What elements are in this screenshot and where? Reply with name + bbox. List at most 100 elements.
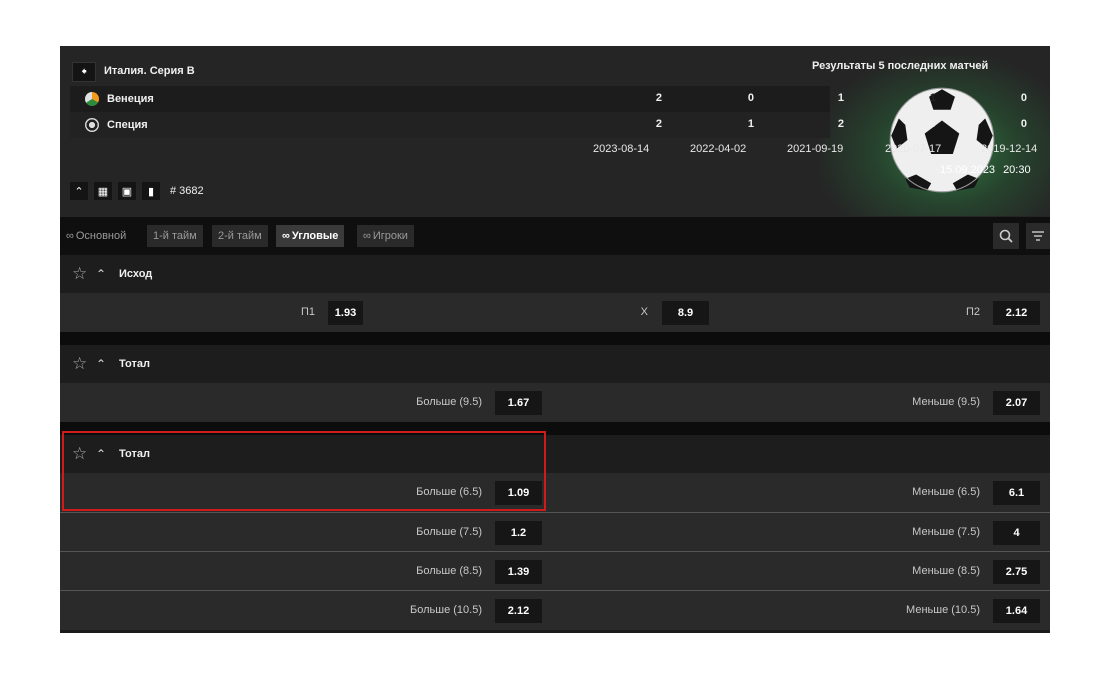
odds-button[interactable]: 6.1 (993, 481, 1040, 505)
spezia-logo-icon (85, 118, 99, 132)
match-datetime: 15.09.2023 20:30 (940, 164, 1031, 176)
star-icon[interactable]: ☆ (72, 354, 87, 374)
odds-label: Больше (6.5) (416, 486, 482, 498)
score-cell: 1 (747, 118, 754, 130)
market-title: Тотал (119, 358, 150, 370)
odds-button[interactable]: 4 (993, 521, 1040, 545)
odds-label: Больше (9.5) (416, 396, 482, 408)
odds-button[interactable]: 1.93 (328, 301, 363, 325)
odds-button[interactable]: 1.09 (495, 481, 542, 505)
market-title: Тотал (119, 448, 150, 460)
star-icon[interactable]: ☆ (72, 264, 87, 284)
match-date-history: 2022-04-02 (690, 143, 747, 155)
league-title: Италия. Серия B (104, 65, 195, 77)
odds-button[interactable]: 1.2 (495, 521, 542, 545)
odds-label: П1 (300, 306, 315, 318)
tab-main[interactable]: ∞ Основной (60, 225, 132, 247)
odds-button[interactable]: 2.07 (993, 391, 1040, 415)
tab-label: 2-й тайм (218, 230, 262, 242)
venezia-logo-icon (85, 92, 99, 106)
chevron-up-icon[interactable]: ⌃ (96, 447, 106, 461)
star-icon[interactable]: ☆ (72, 444, 87, 464)
odds-button[interactable]: 2.75 (993, 560, 1040, 584)
match-date: 15.09.2023 (940, 164, 996, 176)
team-home: Венеция (85, 92, 154, 106)
match-date-history: 2021-09-19 (787, 143, 844, 155)
match-date-history: 2020-07-17 (885, 143, 942, 155)
score-cell: 0 (747, 92, 754, 104)
link-icon: ∞ (363, 230, 371, 242)
match-header: 🠸 Италия. Серия B Результаты 5 последних… (60, 46, 1050, 217)
collapse-icon[interactable]: ⌃ (70, 182, 88, 200)
market-title: Исход (119, 268, 153, 280)
odds-row: Больше (8.5) 1.39 Меньше (8.5) 2.75 (60, 551, 1050, 591)
chevron-up-icon[interactable]: ⌃ (96, 267, 106, 281)
score-cell: 1 (929, 92, 936, 104)
market-header-outcome[interactable]: ☆ ⌃ Исход (60, 255, 1050, 293)
match-id: # 3682 (170, 185, 204, 197)
market-header-total[interactable]: ☆ ⌃ Тотал (60, 435, 1050, 473)
odds-label: Меньше (9.5) (912, 396, 980, 408)
score-cell: 0 (929, 118, 936, 130)
odds-button[interactable]: 1.39 (495, 560, 542, 584)
section-gap (60, 422, 1050, 435)
odds-label: Больше (8.5) (416, 565, 482, 577)
header-toolbar: ⌃ ▦ ▣ ▮ # 3682 (70, 182, 204, 200)
match-date-history: 2019-12-14 (981, 143, 1038, 155)
odds-row: Больше (7.5) 1.2 Меньше (7.5) 4 (60, 512, 1050, 552)
odds-button[interactable]: 8.9 (662, 301, 709, 325)
tab-label: 1-й тайм (153, 230, 197, 242)
tv-icon[interactable]: ▣ (118, 182, 136, 200)
section-gap (60, 332, 1050, 345)
odds-label: П2 (965, 306, 980, 318)
odds-button[interactable]: 2.12 (495, 599, 542, 623)
score-cell: 1 (837, 92, 844, 104)
market-header-total[interactable]: ☆ ⌃ Тотал (60, 345, 1050, 383)
odds-label: X (640, 306, 648, 318)
team-home-name: Венеция (107, 93, 154, 105)
market-tabs: ∞ Основной 1-й тайм 2-й тайм ∞ Угловые ∞… (60, 217, 1050, 255)
link-icon: ∞ (66, 230, 74, 242)
tab-label: Угловые (291, 230, 339, 242)
odds-row: П1 1.93 X 8.9 П2 2.12 (60, 293, 1050, 332)
score-cell: 0 (1020, 92, 1027, 104)
odds-label: Меньше (6.5) (912, 486, 980, 498)
tab-label: Основной (75, 230, 127, 242)
odds-button[interactable]: 2.12 (993, 301, 1040, 325)
team-away-name: Специя (107, 119, 148, 131)
chevron-up-icon[interactable]: ⌃ (96, 357, 106, 371)
match-time: 20:30 (1003, 164, 1031, 176)
filter-button[interactable] (1026, 223, 1050, 249)
team-row-bg (70, 112, 830, 138)
match-date-history: 2023-08-14 (593, 143, 650, 155)
betting-app: 🠸 Италия. Серия B Результаты 5 последних… (60, 46, 1050, 633)
odds-row: Больше (9.5) 1.67 Меньше (9.5) 2.07 (60, 383, 1050, 422)
stats-icon[interactable]: ▮ (142, 182, 160, 200)
search-button[interactable] (993, 223, 1019, 249)
odds-row: Больше (10.5) 2.12 Меньше (10.5) 1.64 (60, 590, 1050, 630)
score-cell: 2 (655, 92, 662, 104)
score-cell: 2 (655, 118, 662, 130)
odds-button[interactable]: 1.67 (495, 391, 542, 415)
odds-row: Больше (6.5) 1.09 Меньше (6.5) 6.1 (60, 473, 1050, 512)
team-away: Специя (85, 118, 148, 132)
search-icon (999, 229, 1013, 243)
back-button[interactable]: 🠸 (72, 62, 96, 82)
grid-icon[interactable]: ▦ (94, 182, 112, 200)
tab-second-half[interactable]: 2-й тайм (212, 225, 268, 247)
odds-label: Больше (7.5) (416, 526, 482, 538)
link-icon: ∞ (282, 230, 290, 242)
score-cell: 2 (837, 118, 844, 130)
score-cell: 0 (1020, 118, 1027, 130)
tab-label: Игроки (372, 230, 408, 242)
odds-label: Больше (10.5) (410, 604, 482, 616)
results-title: Результаты 5 последних матчей (812, 60, 989, 72)
odds-button[interactable]: 1.64 (993, 599, 1040, 623)
tab-first-half[interactable]: 1-й тайм (147, 225, 203, 247)
tab-players[interactable]: ∞ Игроки (357, 225, 414, 247)
arrow-left-icon: 🠸 (81, 65, 87, 78)
odds-label: Меньше (7.5) (912, 526, 980, 538)
tab-corners[interactable]: ∞ Угловые (276, 225, 345, 247)
filter-icon (1032, 231, 1044, 241)
team-row-bg (70, 86, 830, 112)
